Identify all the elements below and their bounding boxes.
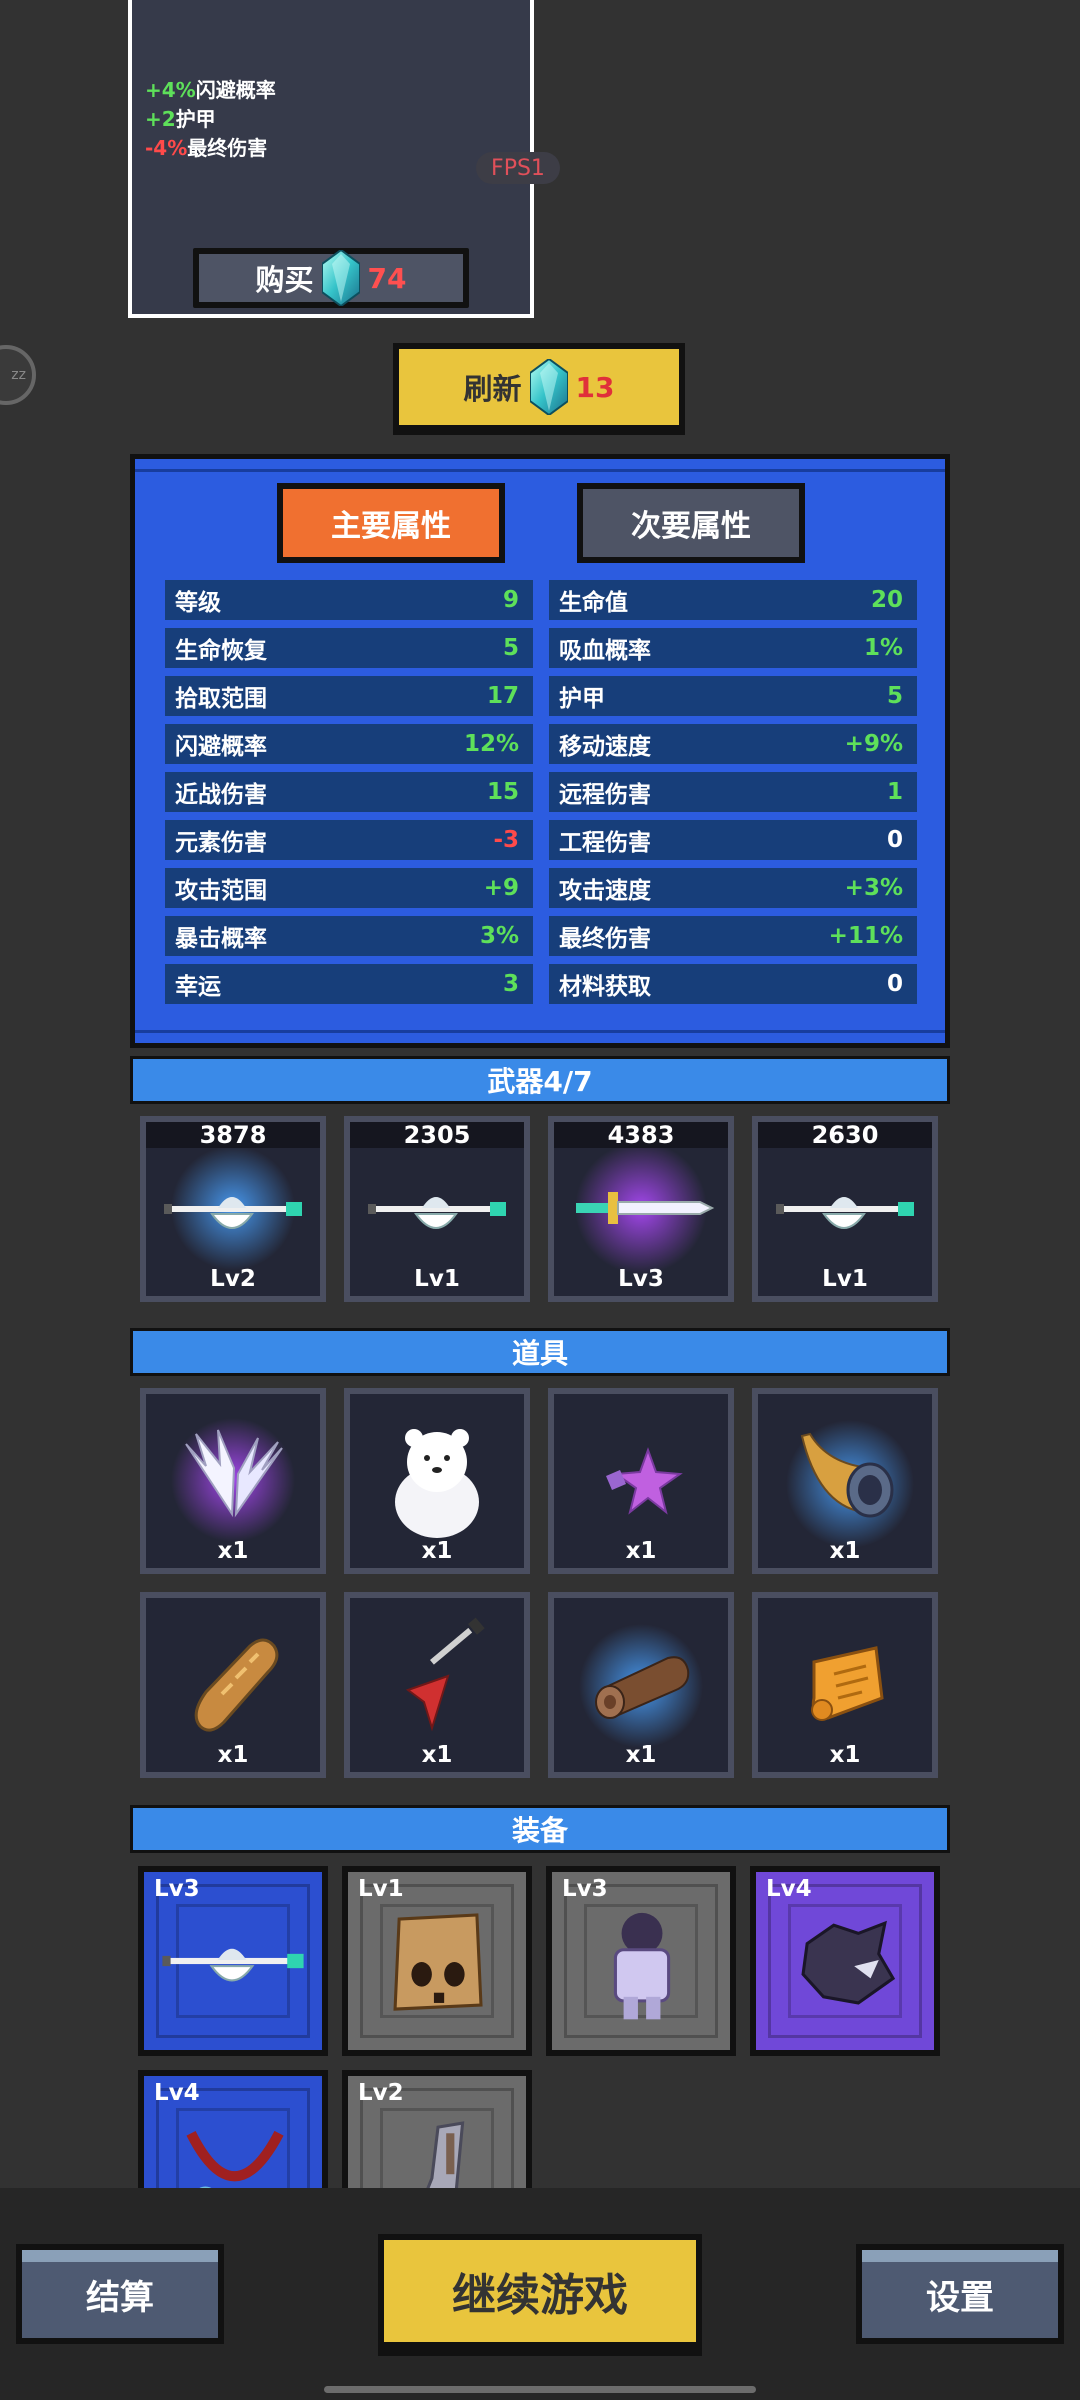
gem-icon — [529, 359, 568, 415]
buy-label: 购买 — [255, 263, 314, 297]
fps-counter: FPS1 — [476, 152, 560, 184]
weapon-level: Lv1 — [822, 1266, 868, 1292]
stat-row: 护甲 5 — [549, 676, 917, 716]
shop-mod-line: +4%闪避概率 — [145, 78, 276, 102]
refresh-price: 13 — [575, 370, 615, 404]
item-count: x1 — [421, 1538, 453, 1564]
item-count: x1 — [829, 1538, 861, 1564]
stat-row: 最终伤害 +11% — [549, 916, 917, 956]
equipment-slot[interactable]: Lv1 — [342, 1866, 532, 2056]
tab-secondary-attributes[interactable]: 次要属性 — [577, 483, 805, 563]
weapon-score: 3878 — [146, 1122, 320, 1148]
equipment-slot[interactable]: Lv4 — [750, 1866, 940, 2056]
equipment-level: Lv4 — [766, 1876, 812, 1902]
home-indicator[interactable] — [324, 2386, 756, 2393]
weapon-score: 2305 — [350, 1122, 524, 1148]
stat-row: 闪避概率 12% — [165, 724, 533, 764]
stat-row: 幸运 3 — [165, 964, 533, 1004]
equipment-level: Lv3 — [562, 1876, 608, 1902]
item-count: x1 — [217, 1742, 249, 1768]
stat-row: 工程伤害 0 — [549, 820, 917, 860]
buy-button[interactable]: 购买 74 — [193, 248, 469, 308]
stat-row: 吸血概率 1% — [549, 628, 917, 668]
weapon-score: 4383 — [554, 1122, 728, 1148]
item-slot[interactable]: x1 — [548, 1592, 734, 1778]
equipment-level: Lv1 — [358, 1876, 404, 1902]
item-slot[interactable]: x1 — [344, 1592, 530, 1778]
stats-panel: 主要属性 次要属性 等级 9 生命恢复 5 拾取范围 17 闪避概率 12% 近战伤害 1… — [130, 454, 950, 1048]
item-count: x1 — [625, 1538, 657, 1564]
refresh-label: 刷新 — [463, 372, 522, 406]
stat-row: 拾取范围 17 — [165, 676, 533, 716]
item-count: x1 — [625, 1742, 657, 1768]
continue-game-button[interactable]: 继续游戏 — [378, 2234, 702, 2356]
item-slot[interactable]: x1 — [344, 1388, 530, 1574]
settle-button[interactable]: 结算 — [16, 2244, 224, 2344]
item-slot[interactable]: x1 — [752, 1592, 938, 1778]
stat-row: 生命恢复 5 — [165, 628, 533, 668]
weapons-header: 武器4/7 — [130, 1056, 950, 1104]
settings-button[interactable]: 设置 — [856, 2244, 1064, 2344]
shop-mod-line: +2护甲 — [145, 107, 216, 131]
item-count: x1 — [829, 1742, 861, 1768]
stat-row: 材料获取 0 — [549, 964, 917, 1004]
weapon-level: Lv3 — [618, 1266, 664, 1292]
shop-mod-line: -4%最终伤害 — [145, 136, 268, 160]
refresh-button[interactable]: 刷新 13 — [393, 343, 685, 435]
side-bubble[interactable]: zz — [0, 345, 36, 405]
tab-main-attributes[interactable]: 主要属性 — [277, 483, 505, 563]
stat-row: 生命值 20 — [549, 580, 917, 620]
weapon-level: Lv2 — [210, 1266, 256, 1292]
item-slot[interactable]: x1 — [752, 1388, 938, 1574]
items-header: 道具 — [130, 1328, 950, 1376]
stat-row: 近战伤害 15 — [165, 772, 533, 812]
buy-price: 74 — [367, 261, 407, 295]
stat-row: 攻击范围 +9 — [165, 868, 533, 908]
item-slot[interactable]: x1 — [548, 1388, 734, 1574]
stat-row: 暴击概率 3% — [165, 916, 533, 956]
item-slot[interactable]: x1 — [140, 1388, 326, 1574]
equipment-slot[interactable]: Lv3 — [546, 1866, 736, 2056]
stat-row: 攻击速度 +3% — [549, 868, 917, 908]
stat-row: 远程伤害 1 — [549, 772, 917, 812]
item-slot[interactable]: x1 — [140, 1592, 326, 1778]
item-count: x1 — [217, 1538, 249, 1564]
weapon-slot[interactable]: 4383 Lv3 — [548, 1116, 734, 1302]
weapon-level: Lv1 — [414, 1266, 460, 1292]
weapon-slot[interactable]: 2305 Lv1 — [344, 1116, 530, 1302]
weapon-slot[interactable]: 3878 Lv2 — [140, 1116, 326, 1302]
equipment-level: Lv4 — [154, 2080, 200, 2106]
equipment-level: Lv3 — [154, 1876, 200, 1902]
equipment-header: 装备 — [130, 1805, 950, 1853]
item-count: x1 — [421, 1742, 453, 1768]
equipment-level: Lv2 — [358, 2080, 404, 2106]
stat-row: 等级 9 — [165, 580, 533, 620]
equipment-slot[interactable]: Lv3 — [138, 1866, 328, 2056]
stat-row: 移动速度 +9% — [549, 724, 917, 764]
stat-row: 元素伤害 -3 — [165, 820, 533, 860]
gem-icon — [321, 250, 360, 306]
weapon-slot[interactable]: 2630 Lv1 — [752, 1116, 938, 1302]
weapon-score: 2630 — [758, 1122, 932, 1148]
